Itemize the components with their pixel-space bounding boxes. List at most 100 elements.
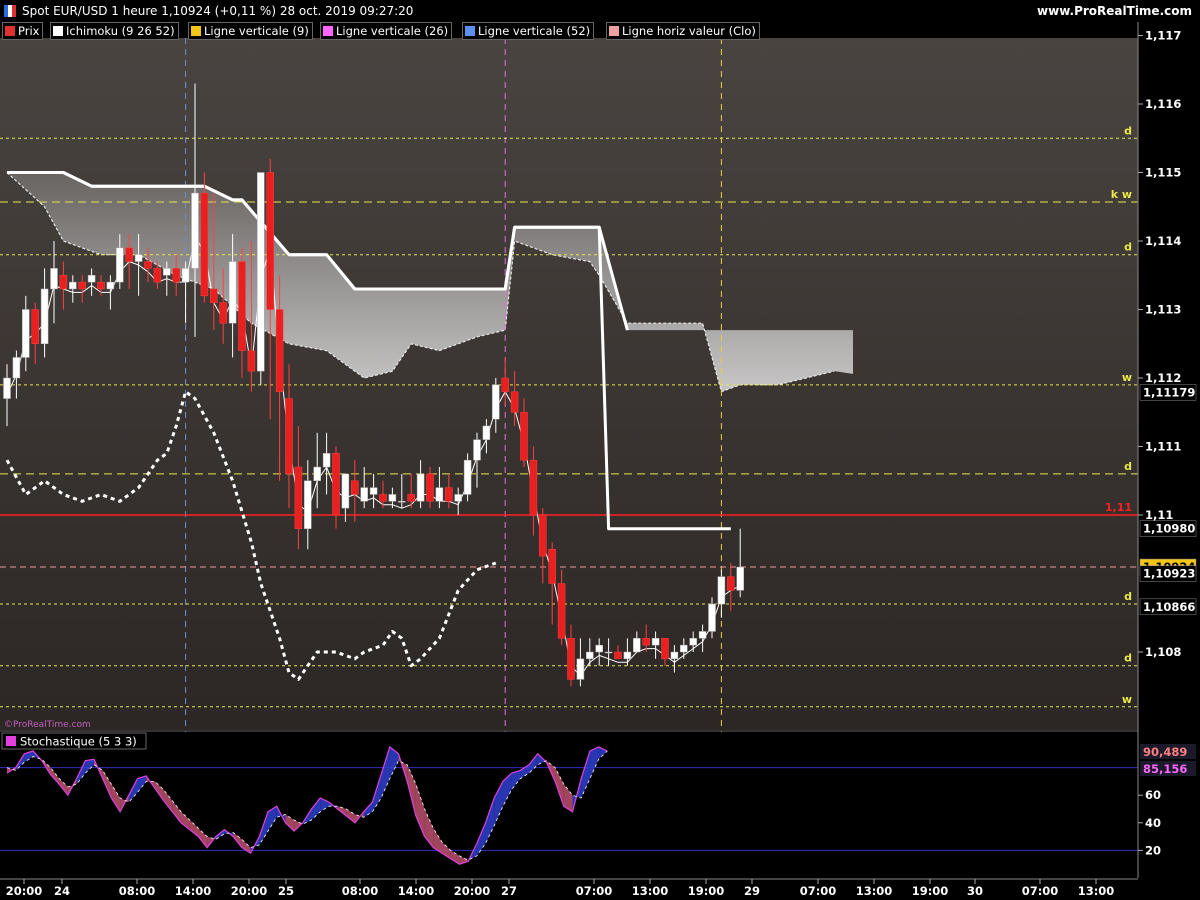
candle[interactable] <box>50 268 58 290</box>
candle[interactable] <box>604 651 613 654</box>
candle[interactable] <box>727 576 735 591</box>
candle[interactable] <box>266 172 274 310</box>
candle[interactable] <box>153 268 162 283</box>
candle[interactable] <box>680 644 688 653</box>
candle[interactable] <box>228 261 237 324</box>
candle[interactable] <box>322 453 331 468</box>
legend-item-3[interactable]: Ligne verticale (9) <box>188 22 313 40</box>
stochastic-value: 90,489 <box>1143 745 1187 759</box>
candle[interactable] <box>473 439 481 461</box>
candle[interactable] <box>445 487 453 502</box>
candle[interactable] <box>501 377 509 392</box>
legend-item-4[interactable]: Ligne verticale (26) <box>320 22 453 40</box>
candle[interactable] <box>219 302 227 324</box>
candle[interactable] <box>22 309 30 358</box>
candle[interactable] <box>285 398 293 475</box>
candle[interactable] <box>304 480 312 529</box>
candle[interactable] <box>351 480 359 495</box>
candle[interactable] <box>708 603 716 632</box>
horizontal-line-label: k w <box>1111 188 1132 201</box>
price-label: 1,10866 <box>1143 600 1195 614</box>
candle[interactable] <box>341 473 350 509</box>
time-tick-label: 07:00 <box>1022 884 1059 898</box>
candle[interactable] <box>642 638 650 646</box>
candle[interactable] <box>567 638 575 680</box>
candle[interactable] <box>651 638 660 646</box>
candle[interactable] <box>210 288 218 303</box>
candle[interactable] <box>510 391 519 413</box>
candle[interactable] <box>586 651 594 660</box>
candle[interactable] <box>661 638 669 660</box>
candle[interactable] <box>257 172 265 372</box>
candle[interactable] <box>247 350 256 372</box>
candle[interactable] <box>87 275 96 283</box>
candle[interactable] <box>144 261 152 269</box>
time-axis[interactable]: 20:00 24 08:00 14:00 20:00 25 08:00 14:00 20:00 2… <box>0 879 1200 900</box>
candle[interactable] <box>557 583 566 639</box>
candle[interactable] <box>595 644 603 653</box>
candle[interactable] <box>698 631 707 639</box>
candle[interactable] <box>69 281 77 290</box>
legend-label: Ligne horiz valeur (Clo) <box>622 24 756 38</box>
candle[interactable] <box>689 638 697 646</box>
candle[interactable] <box>454 494 462 502</box>
candle[interactable] <box>492 384 500 420</box>
candle[interactable] <box>670 651 679 660</box>
horizontal-line-label: w <box>1122 371 1132 384</box>
candle[interactable] <box>40 288 49 345</box>
horizontal-line-label: d <box>1124 460 1132 473</box>
candle[interactable] <box>12 357 21 379</box>
candle[interactable] <box>416 473 425 502</box>
candle[interactable] <box>125 247 133 262</box>
candle[interactable] <box>172 268 180 283</box>
legend-item-6[interactable]: Ligne horiz valeur (Clo) <box>606 22 760 40</box>
candle[interactable] <box>238 261 246 351</box>
candle[interactable] <box>717 576 726 605</box>
legend-label: Ligne verticale (52) <box>478 24 591 38</box>
legend-label: Ichimoku (9 26 52) <box>66 24 175 38</box>
candle[interactable] <box>369 487 378 495</box>
candle[interactable] <box>181 268 190 283</box>
candle[interactable] <box>614 651 622 660</box>
candle[interactable] <box>31 309 39 344</box>
time-tick-label: 20:00 <box>454 884 491 898</box>
candle[interactable] <box>407 494 415 502</box>
candle[interactable] <box>548 549 556 584</box>
legend-item-1[interactable]: Prix <box>2 22 44 40</box>
candle[interactable] <box>360 487 368 502</box>
candle[interactable] <box>134 254 143 262</box>
candle[interactable] <box>379 494 387 502</box>
candle[interactable] <box>332 453 340 516</box>
candle[interactable] <box>539 514 547 557</box>
legend-color-swatch <box>609 26 619 36</box>
legend-item-5[interactable]: Ligne verticale (52) <box>462 22 595 40</box>
chart-area[interactable]: dk wdwdddw1,11 1,1171,1161,1151,1141,113… <box>0 0 1200 900</box>
candle[interactable] <box>78 281 86 290</box>
candle[interactable] <box>97 281 105 290</box>
candle[interactable] <box>275 309 284 392</box>
candle[interactable] <box>520 412 528 461</box>
candle[interactable] <box>191 192 199 269</box>
candle[interactable] <box>116 247 124 283</box>
candle[interactable] <box>200 192 209 297</box>
candle[interactable] <box>633 638 641 653</box>
candle[interactable] <box>426 473 434 502</box>
candle[interactable] <box>398 501 406 503</box>
candle[interactable] <box>482 425 491 440</box>
candle[interactable] <box>529 459 538 516</box>
candle[interactable] <box>59 275 68 290</box>
legend-item-2[interactable]: Ichimoku (9 26 52) <box>50 22 179 40</box>
candle[interactable] <box>576 658 585 680</box>
candle[interactable] <box>3 377 11 399</box>
candle[interactable] <box>294 466 303 529</box>
candle[interactable] <box>463 459 472 495</box>
candle[interactable] <box>163 268 171 276</box>
time-tick-label: 30 <box>967 884 983 898</box>
candle[interactable] <box>435 487 444 502</box>
candle[interactable] <box>313 466 321 481</box>
time-tick-label: 29 <box>744 884 760 898</box>
candle[interactable] <box>388 494 397 502</box>
candle[interactable] <box>623 651 632 660</box>
candle[interactable] <box>106 281 115 290</box>
candle[interactable] <box>736 566 744 591</box>
